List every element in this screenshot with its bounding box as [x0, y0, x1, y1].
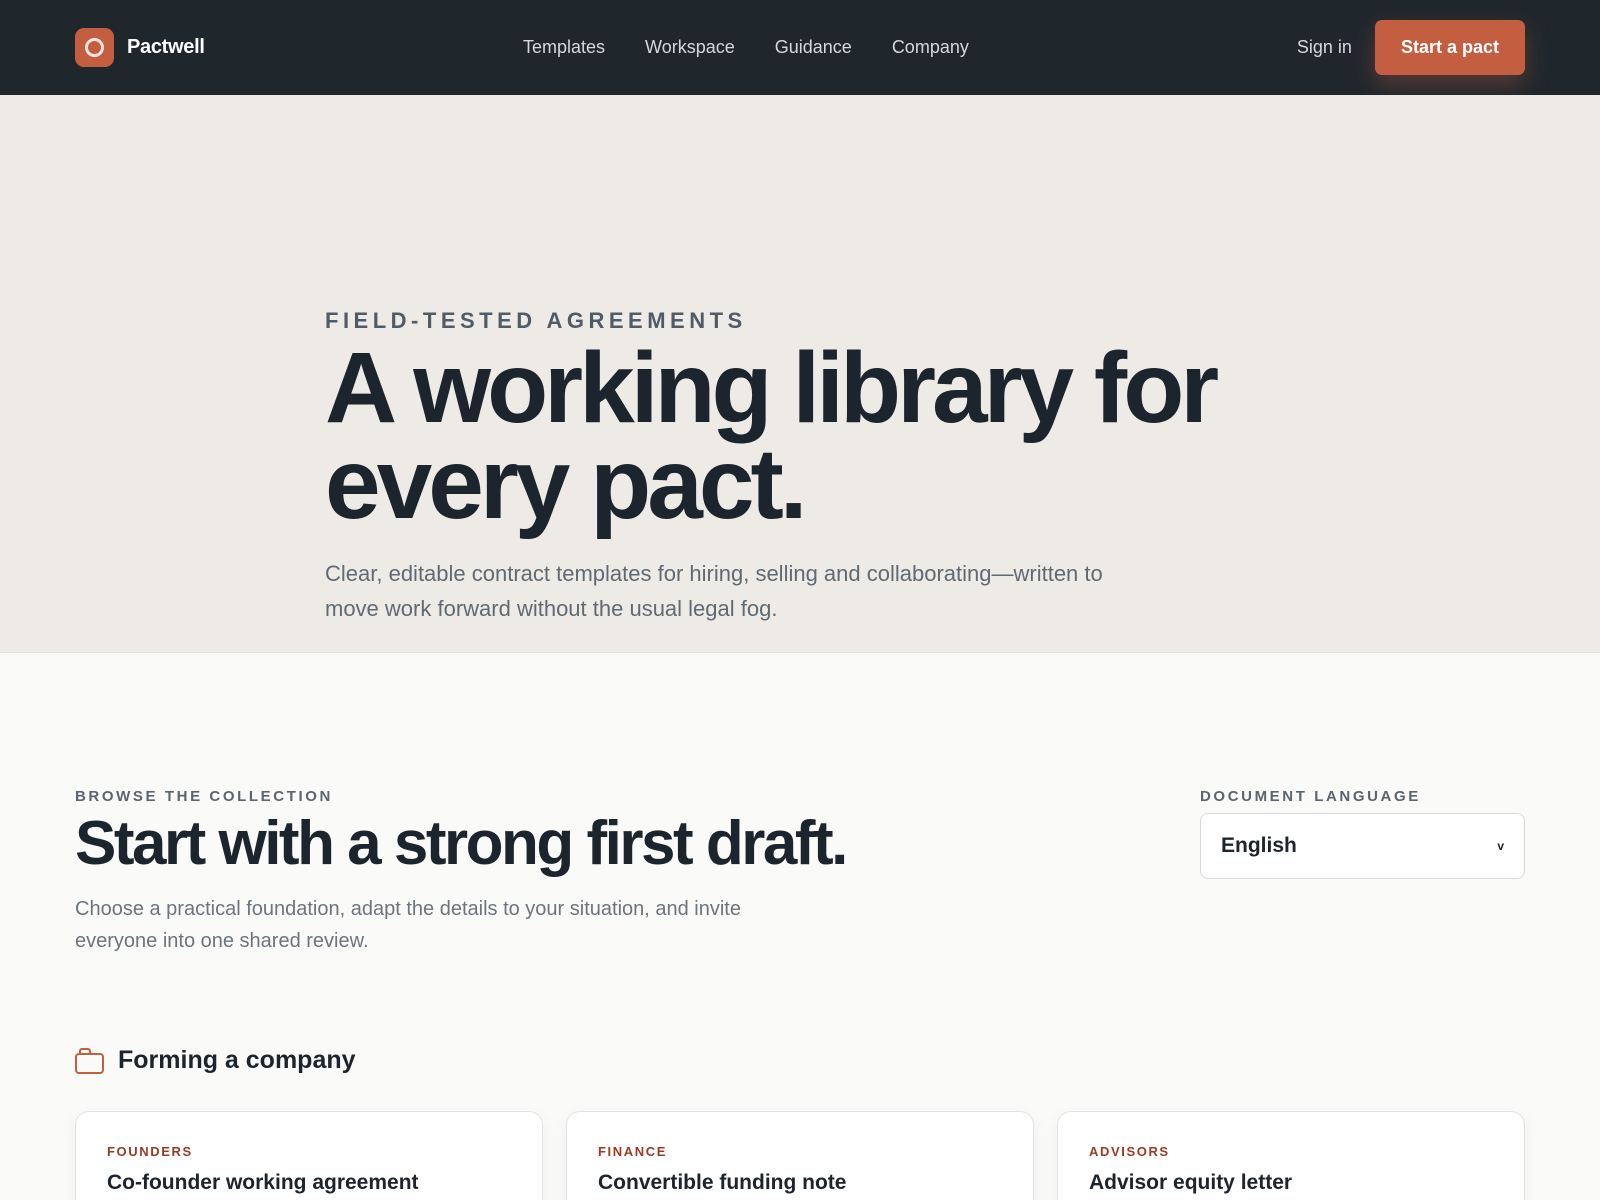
- header-actions: Sign in Start a pact: [1297, 20, 1525, 75]
- hero-eyebrow: FIELD-TESTED AGREEMENTS: [325, 308, 747, 333]
- template-card-tag: ADVISORS: [1089, 1144, 1170, 1159]
- chevron-down-icon: v: [1497, 839, 1504, 853]
- brand-name: Pactwell: [127, 36, 205, 58]
- start-a-pact-button[interactable]: Start a pact: [1374, 20, 1525, 75]
- hero-title: A working library for every pact.: [325, 338, 1325, 534]
- brand[interactable]: Pactwell: [75, 28, 205, 67]
- pactwell-logo-icon: [75, 28, 114, 67]
- template-card[interactable]: FINANCE Convertible funding note: [566, 1111, 1034, 1200]
- main-nav: Templates Workspace Guidance Company: [523, 0, 969, 95]
- collection-intro: BROWSE THE COLLECTION Start with a stron…: [75, 788, 975, 957]
- template-card-tag: FOUNDERS: [107, 1144, 193, 1159]
- document-language-picker: DOCUMENT LANGUAGE English v: [1200, 788, 1525, 879]
- group-heading: Forming a company: [75, 1046, 356, 1075]
- hero-content: FIELD-TESTED AGREEMENTS A working librar…: [325, 308, 1325, 626]
- document-language-value: English: [1221, 834, 1297, 857]
- template-card-title: Co-founder working agreement: [107, 1171, 419, 1194]
- folder-icon: [75, 1047, 104, 1074]
- collection-title: Start with a strong first draft.: [75, 809, 848, 878]
- hero-title-line-2: every pact.: [325, 428, 808, 540]
- nav-link-company[interactable]: Company: [892, 37, 969, 58]
- sign-in-link[interactable]: Sign in: [1297, 37, 1352, 58]
- template-card[interactable]: FOUNDERS Co-founder working agreement: [75, 1111, 543, 1200]
- top-navigation-bar: Pactwell Templates Workspace Guidance Co…: [0, 0, 1600, 95]
- template-card-tag: FINANCE: [598, 1144, 667, 1159]
- template-card[interactable]: ADVISORS Advisor equity letter: [1057, 1111, 1525, 1200]
- collection-subtitle: Choose a practical foundation, adapt the…: [75, 898, 741, 952]
- nav-link-workspace[interactable]: Workspace: [645, 37, 735, 58]
- nav-link-guidance[interactable]: Guidance: [775, 37, 852, 58]
- template-card-title: Convertible funding note: [598, 1171, 847, 1194]
- hero-section: FIELD-TESTED AGREEMENTS A working librar…: [0, 95, 1600, 653]
- template-card-list: FOUNDERS Co-founder working agreement FI…: [75, 1111, 1525, 1200]
- collection-eyebrow: BROWSE THE COLLECTION: [75, 788, 333, 805]
- document-language-select[interactable]: English v: [1200, 813, 1525, 879]
- collection-section: BROWSE THE COLLECTION Start with a stron…: [0, 653, 1600, 1200]
- hero-subtitle: Clear, editable contract templates for h…: [325, 561, 1103, 621]
- nav-link-templates[interactable]: Templates: [523, 37, 605, 58]
- document-language-label: DOCUMENT LANGUAGE: [1200, 788, 1421, 805]
- group-title: Forming a company: [118, 1046, 356, 1074]
- template-card-title: Advisor equity letter: [1089, 1171, 1293, 1194]
